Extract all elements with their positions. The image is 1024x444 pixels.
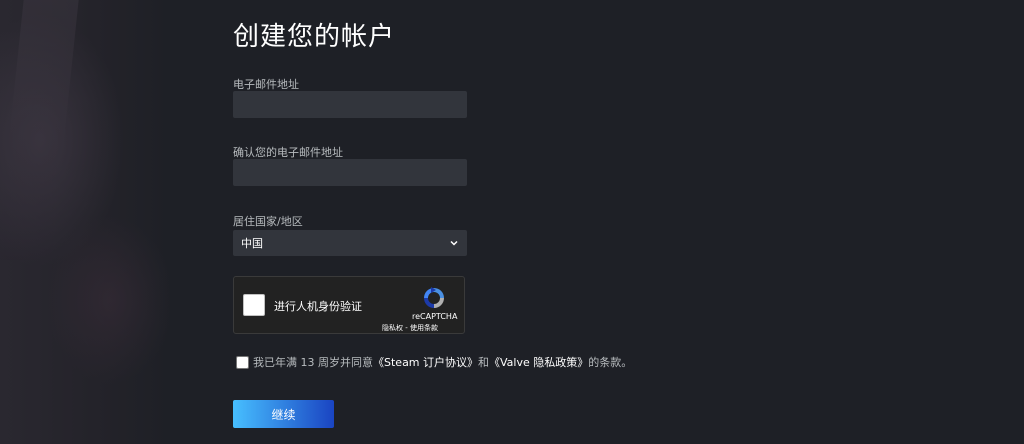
- recaptcha-icon: [424, 287, 444, 308]
- recaptcha-terms-link[interactable]: 使用条款: [410, 324, 438, 332]
- country-selected-value: 中国: [241, 237, 263, 250]
- background-artwork: [0, 0, 170, 444]
- recaptcha-separator: -: [405, 324, 408, 332]
- recaptcha-links: 隐私权 - 使用条款: [382, 323, 438, 333]
- confirm-email-label: 确认您的电子邮件地址: [233, 146, 343, 159]
- agreement-suffix: 的条款。: [588, 356, 633, 369]
- page-title: 创建您的帐户: [233, 22, 396, 52]
- recaptcha-privacy-link[interactable]: 隐私权: [382, 324, 403, 332]
- background-figure: [0, 0, 79, 260]
- recaptcha-checkbox[interactable]: [243, 294, 265, 316]
- recaptcha-label: 进行人机身份验证: [274, 300, 362, 313]
- recaptcha-brand: reCAPTCHA: [412, 312, 458, 321]
- chevron-down-icon: [450, 240, 458, 246]
- age-agreement: 我已年满 13 周岁并同意 《Steam 订户协议》 和 《Valve 隐私政策…: [236, 354, 632, 370]
- steam-subscriber-agreement-link[interactable]: 《Steam 订户协议》: [373, 354, 478, 370]
- age-agreement-checkbox[interactable]: [236, 355, 249, 369]
- country-select[interactable]: 中国: [233, 230, 467, 256]
- agreement-prefix: 我已年满 13 周岁并同意: [253, 356, 373, 369]
- email-label: 电子邮件地址: [233, 78, 299, 91]
- email-field[interactable]: [233, 91, 467, 118]
- country-label: 居住国家/地区: [233, 215, 303, 228]
- valve-privacy-policy-link[interactable]: 《Valve 隐私政策》: [489, 354, 588, 370]
- create-account-page: 创建您的帐户 电子邮件地址 确认您的电子邮件地址 居住国家/地区 中国 进行人机…: [0, 0, 1024, 444]
- recaptcha-widget: 进行人机身份验证 reCAPTCHA 隐私权 - 使用条款: [233, 276, 465, 334]
- continue-button[interactable]: 继续: [233, 400, 334, 428]
- agreement-middle: 和: [478, 356, 490, 369]
- confirm-email-field[interactable]: [233, 159, 467, 186]
